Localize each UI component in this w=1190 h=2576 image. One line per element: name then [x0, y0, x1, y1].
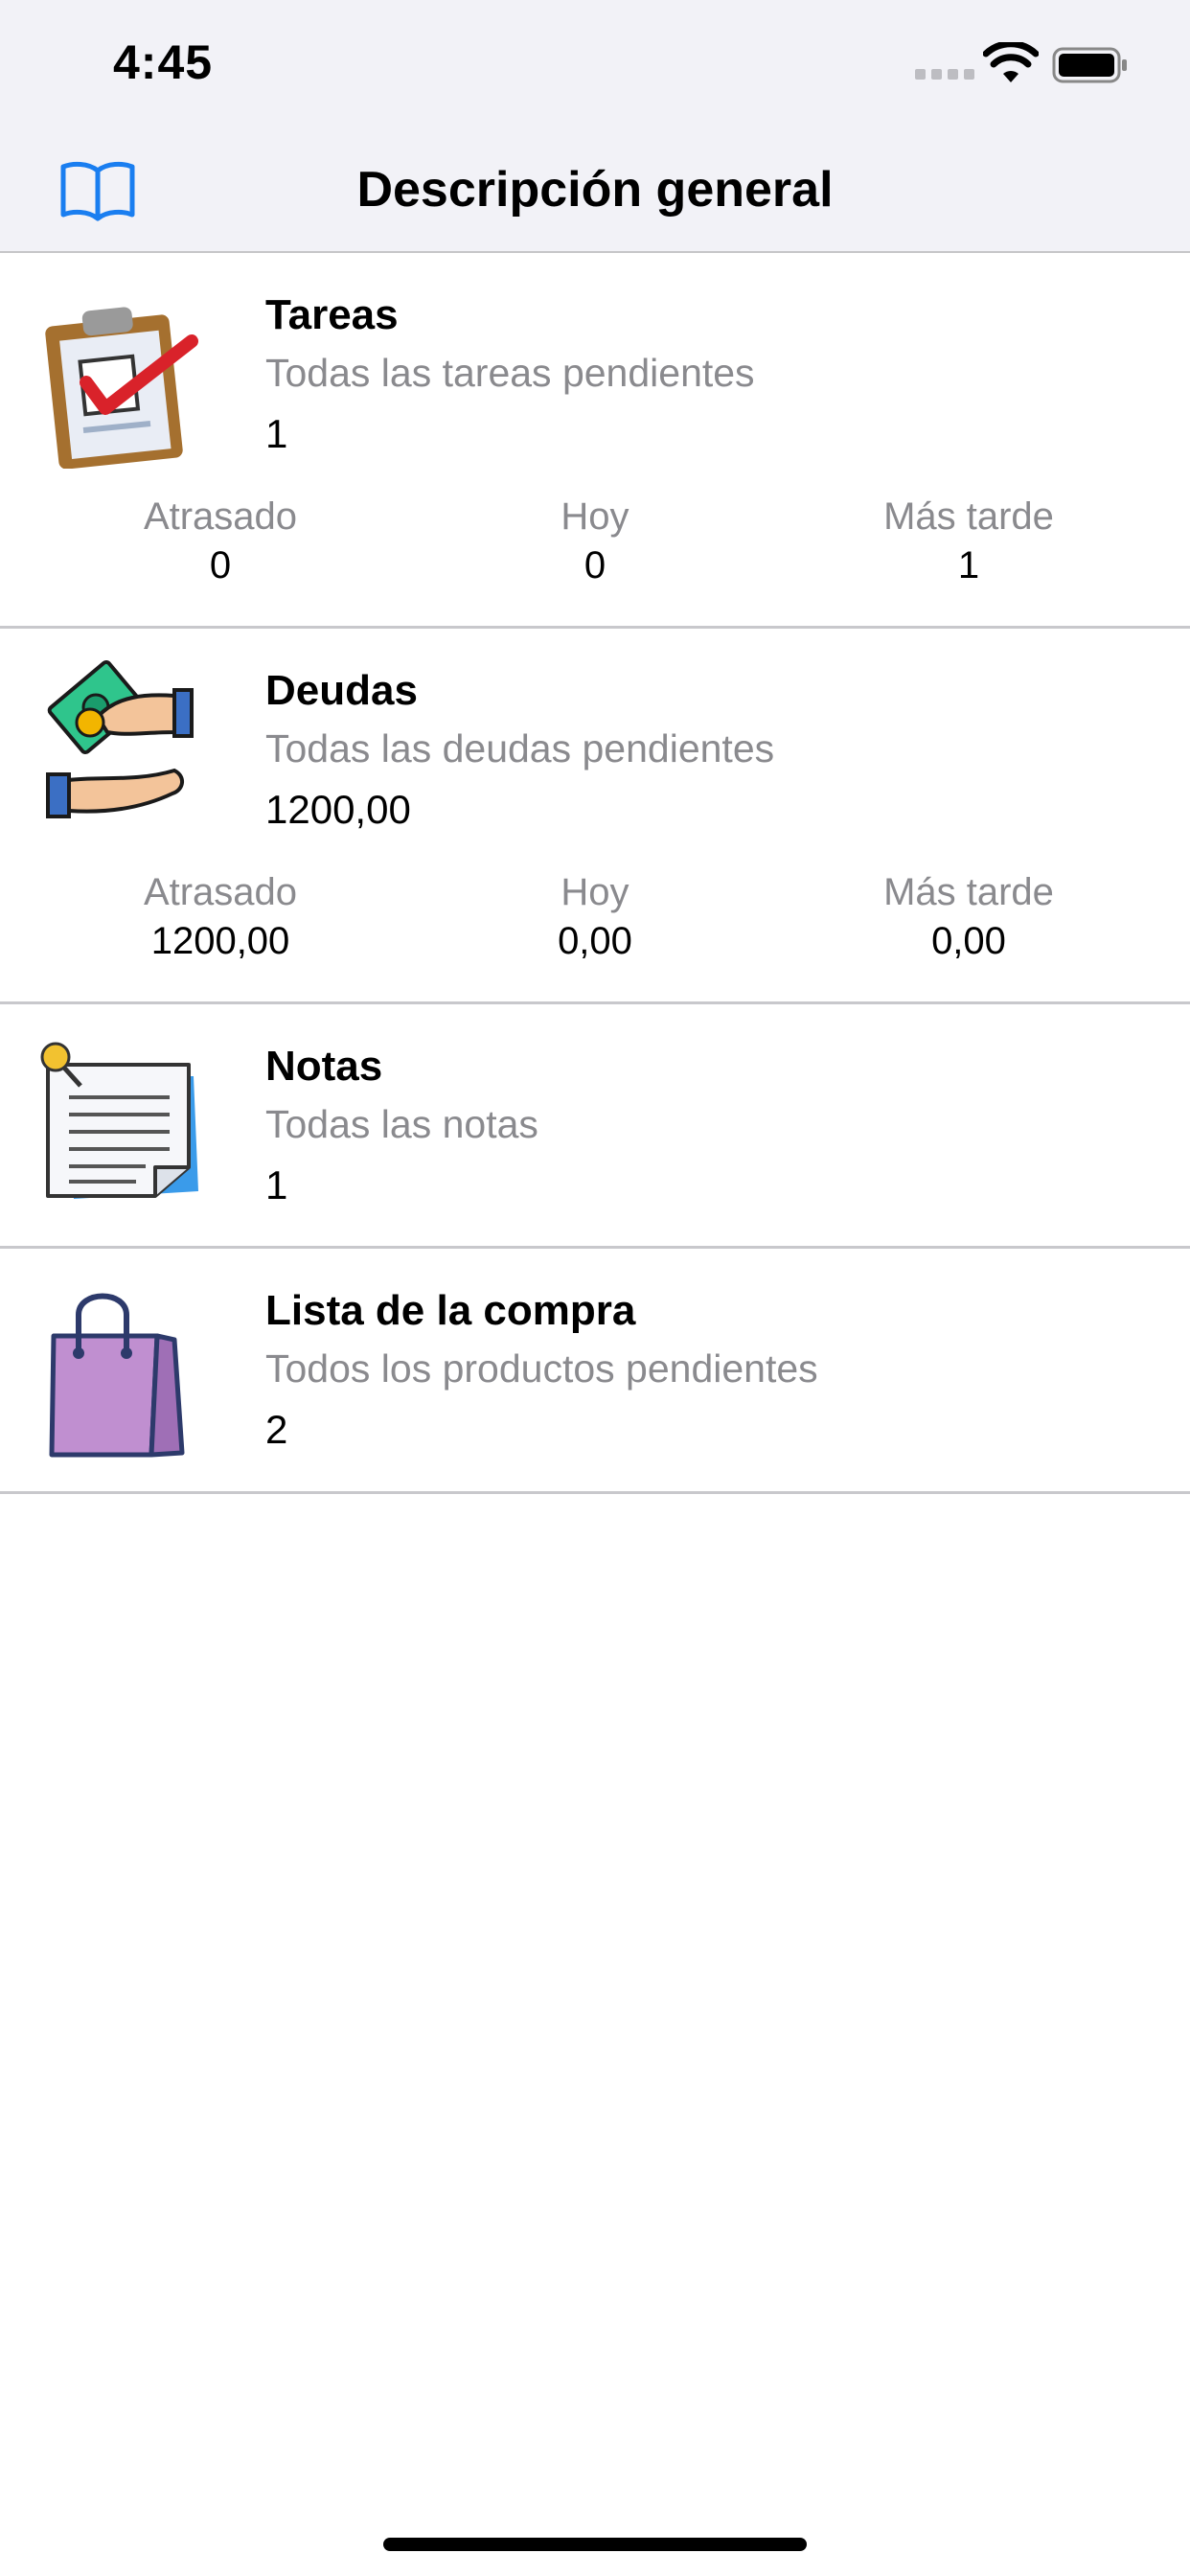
- stat-label: Más tarde: [883, 871, 1054, 913]
- card-count: 2: [265, 1407, 288, 1452]
- stat-today: Hoy 0: [403, 493, 787, 590]
- card-title: Deudas: [265, 667, 418, 714]
- stat-value: 1200,00: [150, 920, 290, 962]
- card-count: 1: [265, 1162, 288, 1208]
- stat-later: Más tarde 0,00: [777, 868, 1160, 966]
- navigation-bar: Descripción general: [0, 125, 1190, 253]
- card-notas[interactable]: Notas Todas las notas 1: [0, 1004, 1190, 1249]
- stat-label: Hoy: [561, 871, 629, 913]
- money-hands-icon: [46, 659, 194, 818]
- shopping-bag-icon: [49, 1293, 185, 1458]
- wifi-icon: [983, 42, 1039, 82]
- stat-value: 0,00: [558, 920, 632, 962]
- card-subtitle: Todos los productos pendientes: [265, 1346, 818, 1391]
- stat-label: Más tarde: [883, 495, 1054, 538]
- stat-overdue: Atrasado 0: [29, 493, 412, 590]
- card-count: 1: [265, 411, 288, 456]
- stat-value: 0: [209, 544, 232, 586]
- card-deudas[interactable]: Deudas Todas las deudas pendientes 1200,…: [0, 629, 1190, 1004]
- status-time: 4:45: [113, 35, 214, 89]
- card-subtitle: Todas las tareas pendientes: [265, 351, 755, 395]
- stat-value: 0: [584, 544, 606, 586]
- stat-label: Atrasado: [143, 495, 298, 538]
- card-lista-compra[interactable]: Lista de la compra Todos los productos p…: [0, 1249, 1190, 1494]
- stat-value: 0,00: [931, 920, 1006, 962]
- status-bar: 4:45: [0, 0, 1190, 125]
- card-count: 1200,00: [265, 787, 411, 832]
- card-title: Notas: [265, 1043, 383, 1090]
- card-title: Tareas: [265, 291, 399, 338]
- stat-label: Hoy: [561, 495, 629, 538]
- note-pin-icon: [40, 1042, 198, 1199]
- cellular-signal-icon: [915, 69, 974, 80]
- card-title: Lista de la compra: [265, 1287, 636, 1334]
- card-tareas[interactable]: Tareas Todas las tareas pendientes 1 Atr…: [0, 253, 1190, 629]
- clipboard-check-icon: [45, 307, 198, 469]
- battery-icon: [1052, 47, 1127, 83]
- stat-value: 1: [957, 544, 980, 586]
- stat-overdue: Atrasado 1200,00: [29, 868, 412, 966]
- card-subtitle: Todas las notas: [265, 1102, 538, 1146]
- page-title: Descripción general: [356, 162, 834, 218]
- stat-today: Hoy 0,00: [403, 868, 787, 966]
- home-indicator[interactable]: [383, 2538, 807, 2551]
- stat-later: Más tarde 1: [777, 493, 1160, 590]
- card-subtitle: Todas las deudas pendientes: [265, 726, 775, 770]
- stat-label: Atrasado: [143, 871, 298, 913]
